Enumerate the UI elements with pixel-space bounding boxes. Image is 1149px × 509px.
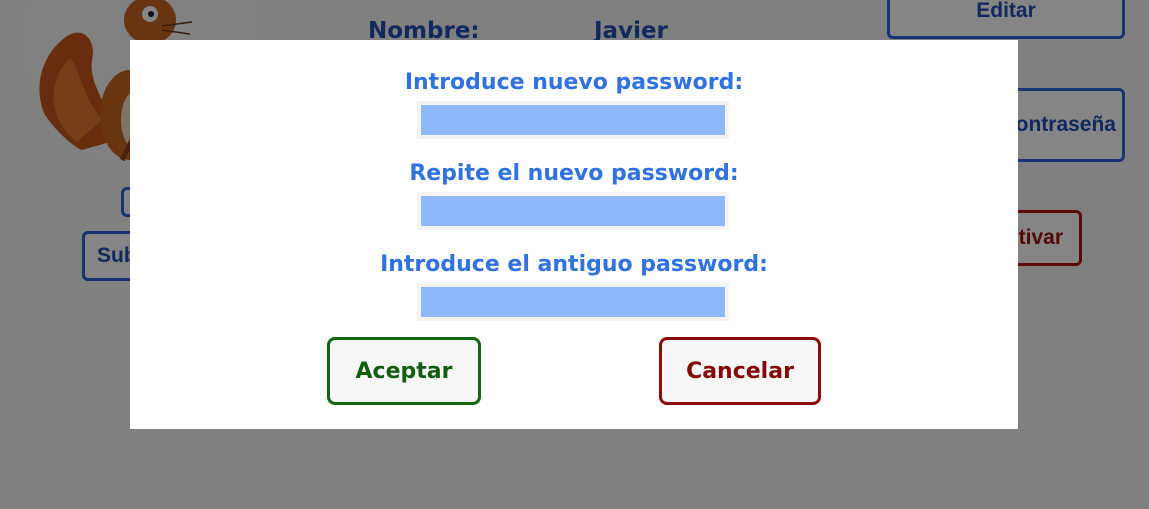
new-password-label: Introduce nuevo password: <box>404 70 744 95</box>
repeat-password-label: Repite el nuevo password: <box>409 161 739 186</box>
change-password-dialog: Introduce nuevo password: Repite el nuev… <box>130 40 1018 429</box>
old-password-label: Introduce el antiguo password: <box>380 252 768 277</box>
cancel-button[interactable]: Cancelar <box>659 337 821 405</box>
old-password-input[interactable] <box>417 283 729 321</box>
repeat-password-input[interactable] <box>417 192 729 230</box>
accept-button[interactable]: Aceptar <box>327 337 481 405</box>
new-password-input[interactable] <box>417 101 729 139</box>
